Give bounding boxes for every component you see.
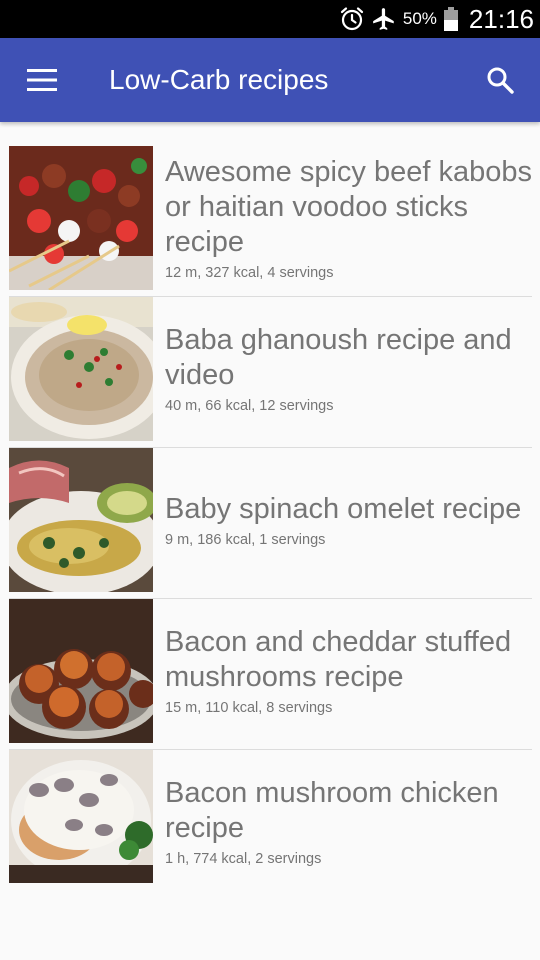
recipe-thumbnail	[9, 750, 153, 894]
search-icon	[486, 66, 514, 94]
recipe-text: Awesome spicy beef kabobs or haitian voo…	[165, 146, 534, 290]
recipe-meta: 40 m, 66 kcal, 12 servings	[165, 398, 334, 414]
recipe-meta: 9 m, 186 kcal, 1 servings	[165, 531, 326, 548]
menu-button[interactable]	[14, 56, 70, 104]
recipe-item[interactable]: Baba ghanoush recipe and video 40 m, 66 …	[0, 297, 540, 448]
recipe-thumbnail	[9, 146, 153, 290]
recipe-item[interactable]: Awesome spicy beef kabobs or haitian voo…	[0, 146, 540, 297]
recipe-text: Bacon mushroom chicken recipe 1 h, 774 k…	[165, 750, 534, 894]
clock: 21:16	[468, 3, 534, 34]
menu-icon	[27, 69, 57, 91]
recipe-title: Bacon and cheddar stuffed mushrooms reci…	[165, 626, 512, 693]
recipe-title: Baby spinach omelet recipe	[165, 492, 522, 525]
recipe-text: Bacon and cheddar stuffed mushrooms reci…	[165, 599, 534, 743]
page-title: Low-Carb recipes	[109, 64, 329, 95]
recipe-title: Baba ghanoush recipe and video	[165, 324, 512, 391]
recipe-title: Bacon mushroom chicken recipe	[165, 777, 499, 844]
recipe-list: Awesome spicy beef kabobs or haitian voo…	[0, 146, 540, 901]
battery-icon	[443, 6, 459, 32]
airplane-mode-icon	[371, 6, 397, 32]
recipe-item[interactable]: Bacon mushroom chicken recipe 1 h, 774 k…	[0, 750, 540, 901]
status-icons: 50% 21:16	[339, 0, 534, 38]
recipe-meta: 1 h, 774 kcal, 2 servings	[165, 851, 322, 867]
recipe-meta: 15 m, 110 kcal, 8 servings	[165, 700, 333, 716]
alarm-icon	[339, 6, 365, 32]
status-bar: 50% 21:16	[0, 0, 540, 38]
recipe-title: Awesome spicy beef kabobs or haitian voo…	[165, 155, 533, 258]
recipe-text: Baby spinach omelet recipe 9 m, 186 kcal…	[165, 448, 534, 592]
recipe-text: Baba ghanoush recipe and video 40 m, 66 …	[165, 297, 534, 441]
recipe-item[interactable]: Baby spinach omelet recipe 9 m, 186 kcal…	[0, 448, 540, 599]
recipe-thumbnail	[9, 599, 153, 743]
battery-percent: 50%	[402, 9, 437, 28]
app-bar: Low-Carb recipes	[0, 38, 540, 122]
recipe-thumbnail	[9, 448, 153, 592]
recipe-meta: 12 m, 327 kcal, 4 servings	[165, 264, 334, 281]
search-button[interactable]	[472, 56, 528, 104]
recipe-thumbnail	[9, 297, 153, 441]
recipe-item[interactable]: Bacon and cheddar stuffed mushrooms reci…	[0, 599, 540, 750]
